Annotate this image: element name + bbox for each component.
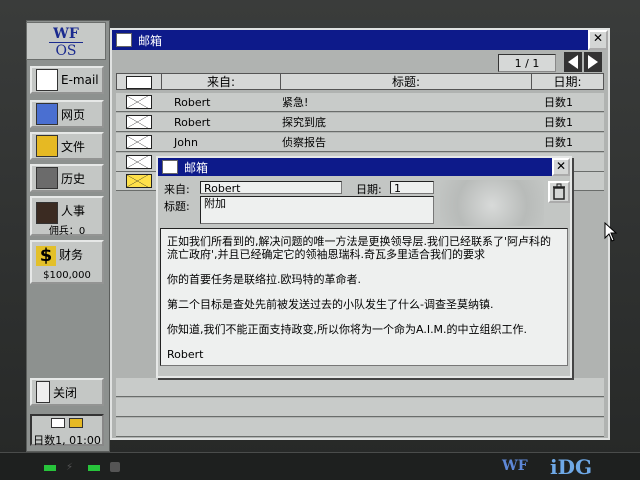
mail-subject: 探究到底 [282,116,326,129]
web-button[interactable]: 网页 [30,100,104,128]
history-label: 历史 [61,171,86,186]
mercs-count: 佣兵：0 [30,222,104,237]
mail-from: Robert [174,95,211,109]
envelope-icon [126,115,152,129]
mail-from: John [174,135,198,149]
page-indicator: 1 / 1 [498,54,556,72]
trash-icon [553,183,565,200]
arrow-left-icon [568,55,578,69]
logo-top: WF [53,26,79,42]
mail-date: 日数1 [544,116,573,129]
header-from[interactable]: 来自: [162,74,281,89]
message-paragraph: 你的首要任务是联络拉.欧玛特的革命者. [167,273,361,286]
envelope-icon [126,135,152,149]
mail-row[interactable]: Robert 紧急! 日数1 [116,93,604,112]
dollar-icon: $ [36,246,56,266]
clock-panel: 日数1, 01:00 [30,414,104,447]
message-close-button[interactable]: ✕ [552,158,570,176]
subject-field: 附加 [200,196,434,224]
mail-subject: 侦察报告 [282,136,326,149]
mail-row[interactable]: John 侦察报告 日数1 [116,133,604,152]
next-page-button[interactable] [584,52,602,72]
header-icon-col [117,74,162,89]
mercs-label: 佣兵： [48,226,79,237]
history-button[interactable]: 历史 [30,164,104,192]
empty-row [116,378,604,397]
mouse-cursor [604,222,618,242]
folder-icon [36,135,58,157]
wf-brand: WF [502,458,528,474]
mail-subject: 紧急! [282,96,309,109]
message-mailbox-icon [162,160,178,174]
message-title: 邮箱 [184,160,209,175]
globe-icon [36,103,58,125]
idg-brand: iDG [550,455,593,479]
battery-icon: ⚡ [66,462,74,473]
mail-list-header: 来自: 标题: 日期: [116,73,604,90]
personnel-label: 人事 [61,204,86,218]
email-icon [36,69,58,91]
message-titlebar: 邮箱 ✕ [158,158,570,176]
empty-row [116,418,604,437]
empty-row [116,398,604,417]
mailbox-titlebar: 邮箱 ✕ [112,30,608,50]
envelope-icon [126,155,152,169]
date-field: 1 [390,181,434,195]
money-value: $100,000 [43,270,91,281]
message-signature: Robert [167,348,204,361]
email-label: E-mail [61,73,99,87]
envelope-open-icon [126,174,152,188]
header-subject[interactable]: 标题: [281,74,532,89]
mailbox-close-button[interactable]: ✕ [588,30,608,50]
files-button[interactable]: 文件 [30,132,104,160]
message-paragraph: 正如我们所看到的,解决问题的唯一方法是更换领导层.我们已经联系了'阿卢科的流亡政… [167,235,552,261]
finance-label: 财务 [59,248,84,262]
mail-notify-icon [32,418,102,432]
from-field: Robert [200,181,342,195]
mercs-value: 0 [78,226,86,237]
close-label: 关闭 [53,385,78,400]
drive-icon [110,462,120,472]
date-label: 日期: [356,183,382,196]
wfos-logo: WF OS [26,22,106,60]
mail-row[interactable]: Robert 探究到底 日数1 [116,113,604,132]
exit-icon [36,381,50,403]
message-paragraph: 第二个目标是查处先前被发送过去的小队发生了什么-调查圣莫纳镇. [167,298,494,311]
power-led [44,465,56,471]
book-icon [36,167,58,189]
mail-from: Robert [174,115,211,129]
clock-text: 日数1, 01:00 [33,434,101,447]
logo-bottom: OS [49,42,83,59]
subject-label: 标题: [164,200,190,213]
disk-led [88,465,100,471]
header-date[interactable]: 日期: [532,74,603,89]
email-button[interactable]: E-mail [30,66,104,94]
from-label: 来自: [164,183,190,196]
message-body: 正如我们所看到的,解决问题的唯一方法是更换领导层.我们已经联系了'阿卢科的流亡政… [160,228,568,366]
delete-button[interactable] [548,181,570,203]
web-label: 网页 [61,107,86,122]
message-paragraph: 你知道,我们不能正面支持政变,所以你将为一个命为A.I.M.的中立组织工作. [167,323,528,336]
mailbox-icon [116,33,132,47]
envelope-icon [126,95,152,109]
close-button[interactable]: 关闭 [30,378,104,406]
portrait-icon [36,202,58,224]
files-label: 文件 [61,139,86,154]
arrow-right-icon [588,55,598,69]
aim-seal-watermark [440,180,544,226]
mailbox-title: 邮箱 [138,33,163,48]
mail-date: 日数1 [544,96,573,109]
prev-page-button[interactable] [564,52,582,72]
mail-date: 日数1 [544,136,573,149]
